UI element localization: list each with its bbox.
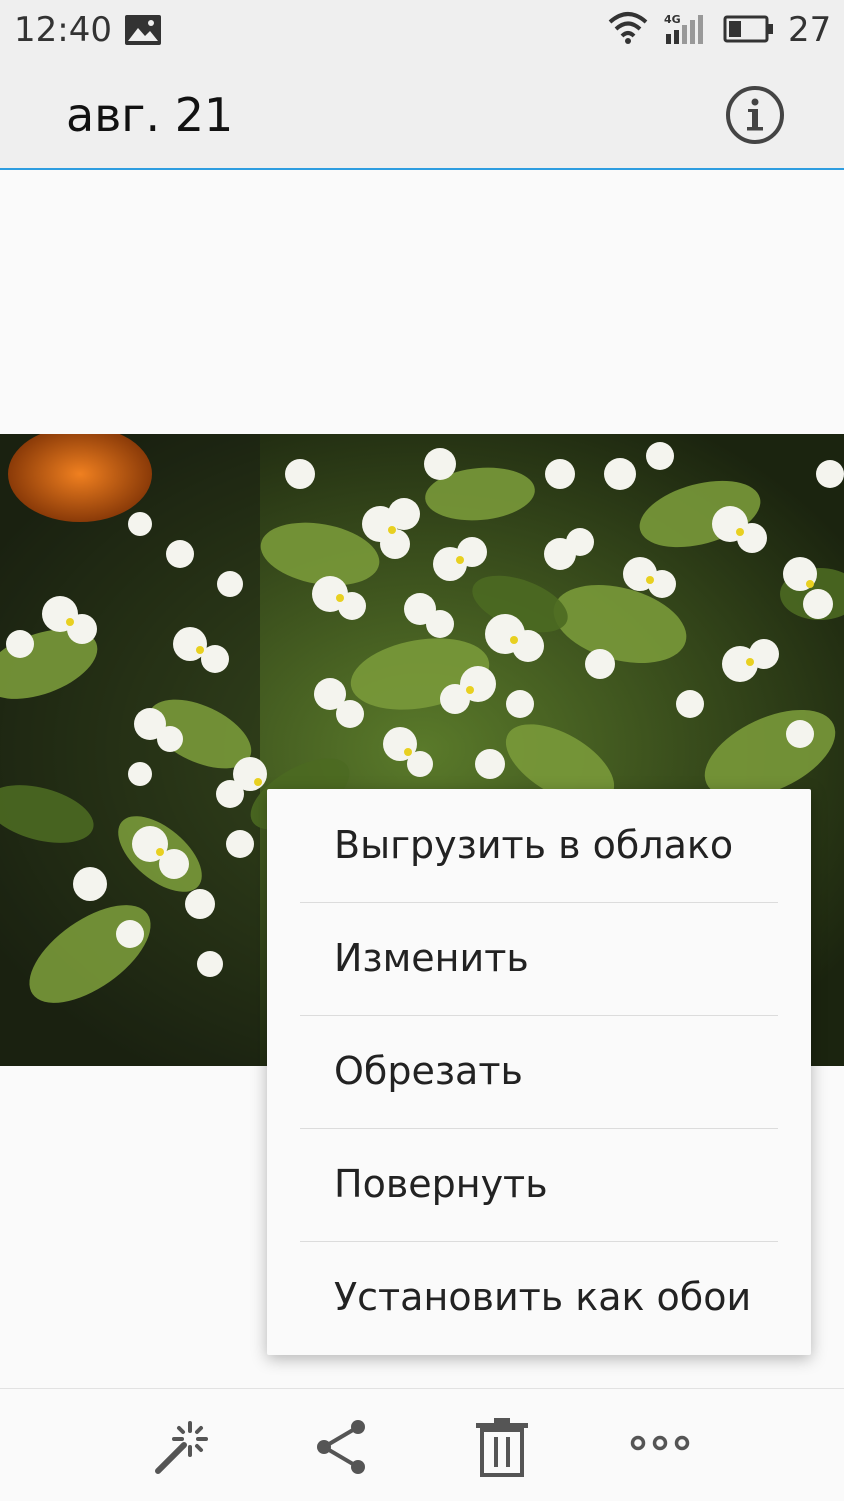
menu-item-set-as-wallpaper[interactable]: Установить как обои xyxy=(267,1241,811,1354)
magic-wand-icon[interactable] xyxy=(150,1415,214,1479)
gallery-icon xyxy=(124,14,162,50)
battery-icon xyxy=(723,14,775,48)
menu-item-label: Изменить xyxy=(334,936,529,980)
menu-item-label: Обрезать xyxy=(334,1049,523,1093)
network-type: 4G xyxy=(664,13,681,26)
app-header: авг. 21 xyxy=(0,62,844,170)
menu-item-rotate[interactable]: Повернуть xyxy=(267,1128,811,1241)
battery-percent: 27 xyxy=(788,10,832,50)
menu-item-edit[interactable]: Изменить xyxy=(267,902,811,1015)
menu-item-label: Установить как обои xyxy=(334,1275,752,1319)
menu-item-label: Выгрузить в облако xyxy=(334,823,734,867)
more-icon[interactable] xyxy=(628,1415,692,1479)
menu-item-upload-to-cloud[interactable]: Выгрузить в облако xyxy=(267,789,811,902)
share-icon[interactable] xyxy=(310,1415,374,1479)
status-bar: 12:40 4G 27 xyxy=(0,0,844,62)
menu-item-crop[interactable]: Обрезать xyxy=(267,1015,811,1128)
overflow-menu: Выгрузить в облако Изменить Обрезать Пов… xyxy=(267,789,811,1355)
signal-icon: 4G xyxy=(664,12,708,50)
trash-icon[interactable] xyxy=(470,1415,534,1479)
page-title: авг. 21 xyxy=(66,88,234,142)
status-time: 12:40 xyxy=(14,10,112,50)
menu-item-label: Повернуть xyxy=(334,1162,548,1206)
bottom-toolbar xyxy=(0,1388,844,1501)
wifi-icon xyxy=(608,10,648,50)
info-icon[interactable] xyxy=(724,84,786,146)
